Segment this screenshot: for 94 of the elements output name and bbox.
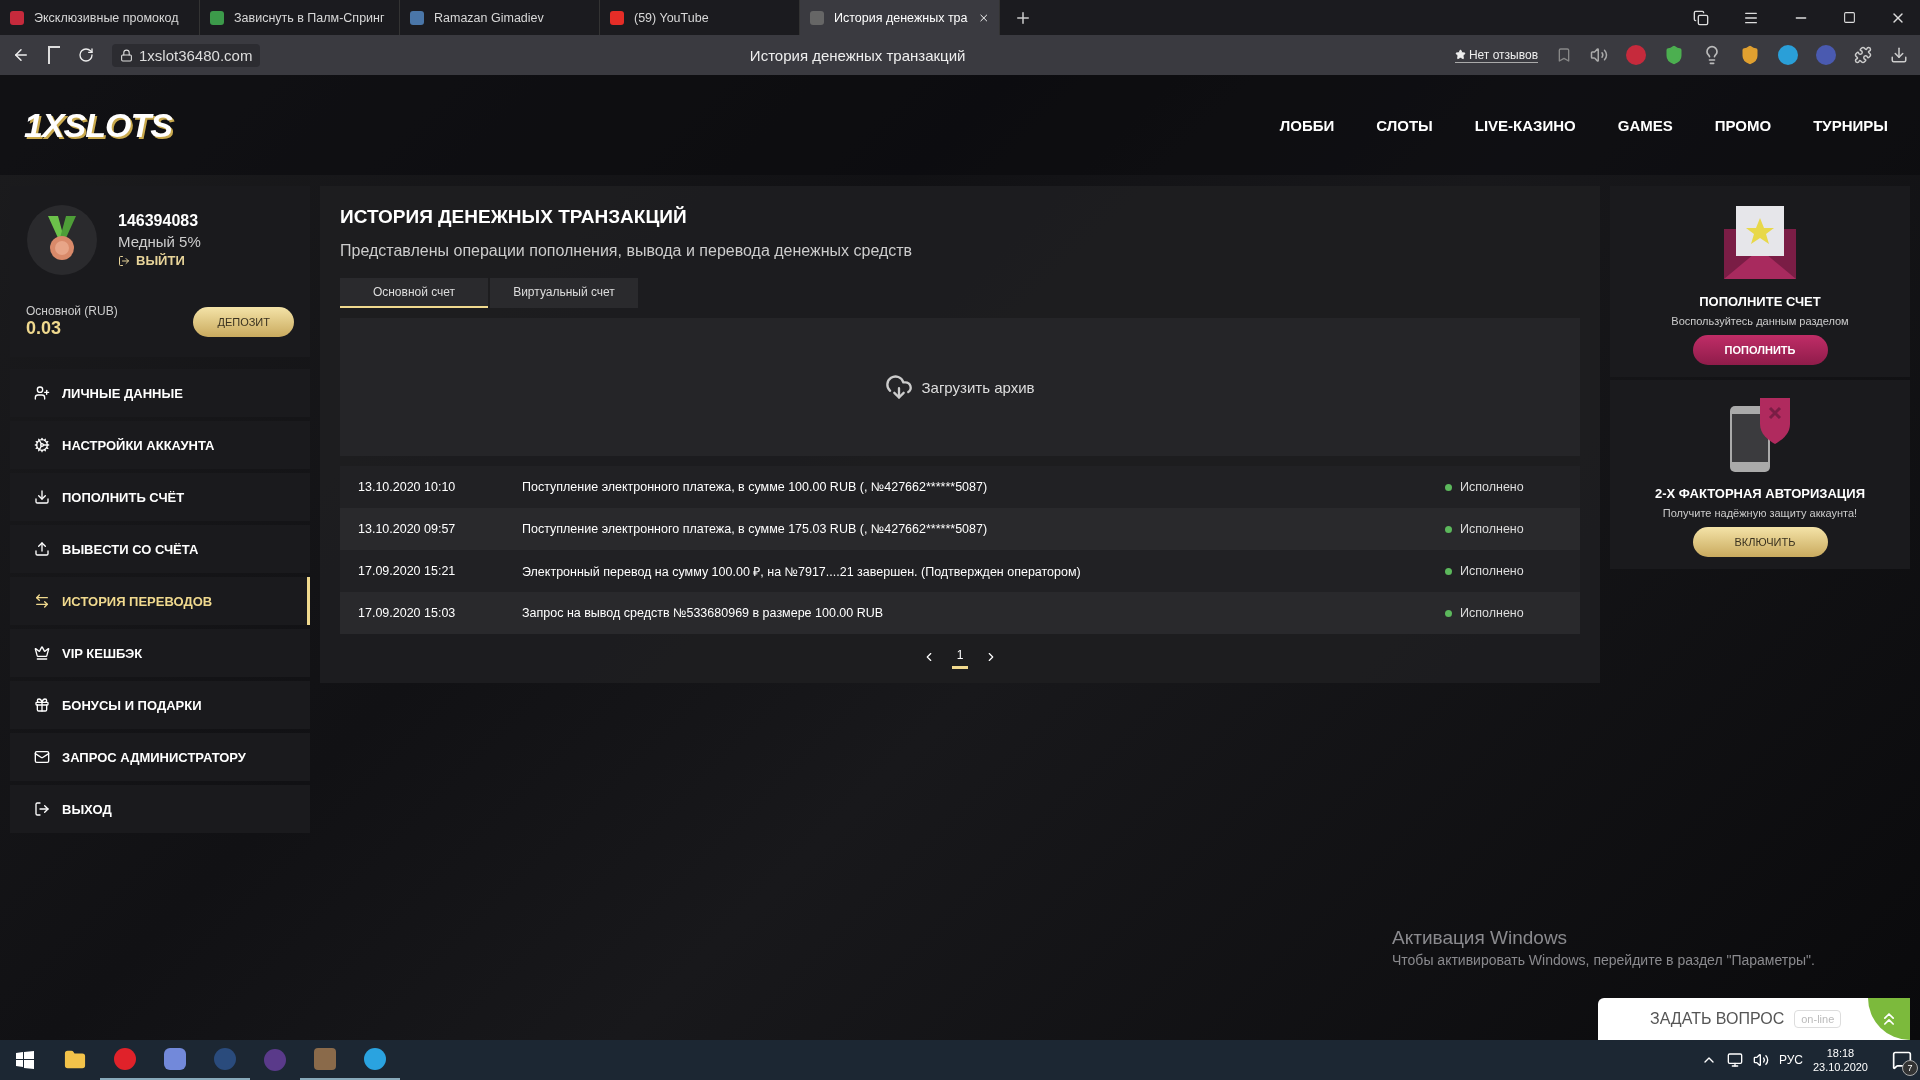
status-dot-icon	[1445, 609, 1452, 617]
reviews-link[interactable]: Нет отзывов	[1454, 47, 1538, 63]
reload-icon[interactable]	[78, 47, 94, 63]
favicon-icon	[10, 10, 24, 25]
gift-icon	[34, 697, 50, 713]
description-cell-text: Поступление электронного платежа, в сумме 175.03 RUB (, №427662******5087)	[522, 522, 989, 536]
page-description: Представлены операции пополнения, вывода и перевода денежных средств	[340, 242, 914, 260]
user-plus-icon	[34, 385, 50, 401]
extensions-icon[interactable]	[1854, 46, 1872, 64]
envelope-star-icon	[1722, 204, 1798, 280]
nav-link[interactable]: ПРОМО	[1684, 116, 1784, 134]
date-cell-text: 17.09.2020 15:21	[357, 564, 457, 578]
top-up-button[interactable]: ПОПОЛНИТЬ	[1692, 335, 1828, 365]
sidebar-item[interactable]: VIP КЕШБЭК	[10, 629, 310, 677]
download-icon	[34, 489, 50, 505]
bookmark-icon[interactable]	[1556, 47, 1572, 63]
favicon-icon	[810, 10, 824, 25]
online-badge: on-line	[1794, 1010, 1842, 1028]
status-cell-text: Исполнено	[1460, 480, 1525, 494]
star-icon	[1454, 49, 1466, 60]
enable-button[interactable]: ВКЛЮЧИТЬ	[1692, 527, 1828, 557]
favicon-icon	[610, 10, 624, 25]
sidebar-item[interactable]: ЗАПРОС АДМИНИСТРАТОРУ	[10, 733, 310, 781]
notification-count: 7	[1902, 1060, 1918, 1076]
status-dot-icon	[1445, 567, 1452, 575]
volume-icon[interactable]	[1752, 1052, 1769, 1068]
tabs-icon[interactable]	[1693, 9, 1709, 26]
restore-icon[interactable]	[1843, 11, 1856, 24]
logout-link[interactable]: ВЫЙТИ	[118, 253, 201, 268]
transfer-arrows-icon	[34, 593, 50, 609]
logout-icon	[34, 801, 50, 817]
cloud-download-icon	[885, 373, 914, 401]
date-cell-text: 17.09.2020 15:03	[357, 606, 457, 620]
activation-title: Активация Windows	[1392, 927, 1569, 949]
crown-icon	[34, 645, 50, 661]
sidebar-item[interactable]: ВЫВЕСТИ СО СЧЁТА	[10, 525, 310, 573]
notifications-icon[interactable]	[1892, 1050, 1912, 1070]
clock[interactable]: 18:18 23.10.2020	[1812, 1045, 1868, 1075]
gears-icon	[34, 437, 50, 453]
sidebar-item[interactable]: ИСТОРИЯ ПЕРЕВОДОВ	[10, 577, 310, 625]
address-field[interactable]: 1xslot36480.com	[112, 43, 261, 67]
nav-link[interactable]: GAMES	[1587, 116, 1685, 134]
page-title: История денежных транзакций	[748, 46, 967, 64]
download-icon[interactable]	[1890, 46, 1908, 64]
nav-link[interactable]: СЛОТЫ	[1346, 116, 1445, 134]
account-tab[interactable]: Основной счет	[340, 278, 488, 308]
promo-text: Воспользуйтесь данным разделом	[1671, 315, 1849, 327]
account-tab[interactable]: Виртуальный счет	[490, 278, 638, 308]
back-icon[interactable]	[12, 46, 30, 64]
description-cell-text: Электронный перевод на сумму 100.00 ₽, на №7917....21 завершен. (Подтвержден оператором)	[522, 563, 1082, 580]
shield-icon[interactable]	[1664, 45, 1684, 65]
envelope-icon	[34, 749, 50, 765]
sidebar-item[interactable]: ВЫХОД	[10, 785, 310, 833]
sidebar-item[interactable]: БОНУСЫ И ПОДАРКИ	[10, 681, 310, 729]
promo-title: 2-Х ФАКТОРНАЯ АВТОРИЗАЦИЯ	[1654, 486, 1866, 501]
chat-widget[interactable]: ЗАДАТЬ ВОПРОС on-line	[1598, 998, 1910, 1040]
extension-icon[interactable]	[1778, 45, 1798, 65]
network-icon[interactable]	[1726, 1052, 1743, 1068]
nav-link[interactable]: LIVE-КАЗИНО	[1444, 116, 1588, 134]
download-archive-link[interactable]: Загрузить архив	[885, 373, 1035, 401]
deposit-button[interactable]: ДЕПОЗИТ	[193, 306, 294, 337]
activation-text: Чтобы активировать Windows, перейдите в раздел "Параметры".	[1392, 952, 1815, 968]
sidebar-item[interactable]: ПОПОЛНИТЬ СЧЁТ	[10, 473, 310, 521]
logout-icon	[118, 254, 130, 267]
account-id: 146394083	[118, 212, 200, 230]
shield-icon[interactable]	[1740, 45, 1760, 65]
status-cell-text: Исполнено	[1460, 606, 1525, 620]
date-cell-text: 13.10.2020 10:10	[357, 480, 457, 494]
nav-link[interactable]: ЛОББИ	[1249, 116, 1347, 134]
description-cell-text: Поступление электронного платежа, в сумме 100.00 RUB (, №427662******5087)	[522, 480, 989, 494]
browser-tab[interactable]: История денежных тра	[800, 0, 1000, 35]
status-dot-icon	[1445, 525, 1452, 533]
medal-avatar-icon	[26, 204, 98, 276]
language-indicator[interactable]: РУС	[1778, 1053, 1803, 1067]
upload-icon	[34, 541, 50, 557]
phone-shield-icon	[1728, 398, 1792, 472]
status-dot-icon	[1445, 483, 1452, 491]
nav-link[interactable]: ТУРНИРЫ	[1783, 116, 1900, 134]
favicon-icon	[410, 10, 424, 25]
balance-value: 0.03	[26, 318, 63, 339]
page-heading: ИСТОРИЯ ДЕНЕЖНЫХ ТРАНЗАКЦИЙ	[340, 206, 688, 228]
promo-title: ПОПОЛНИТЕ СЧЕТ	[1699, 294, 1821, 309]
status-cell-text: Исполнено	[1460, 522, 1525, 536]
lock-icon	[120, 48, 133, 62]
balance-label: Основной (RUB)	[26, 304, 118, 318]
status-cell-text: Исполнено	[1460, 564, 1525, 578]
site-logo[interactable]: 1XSLOTS	[24, 105, 172, 145]
description-cell-text: Запрос на вывод средств №533680969 в размере 100.00 RUB	[522, 606, 885, 620]
page-link[interactable]: 1	[951, 644, 969, 669]
speaker-icon[interactable]	[1590, 46, 1608, 64]
date-cell-text: 13.10.2020 09:57	[357, 522, 457, 536]
favicon-icon	[210, 10, 224, 25]
promo-text: Получите надёжную защиту аккаунта!	[1662, 507, 1858, 519]
account-level: Медный 5%	[118, 233, 201, 250]
